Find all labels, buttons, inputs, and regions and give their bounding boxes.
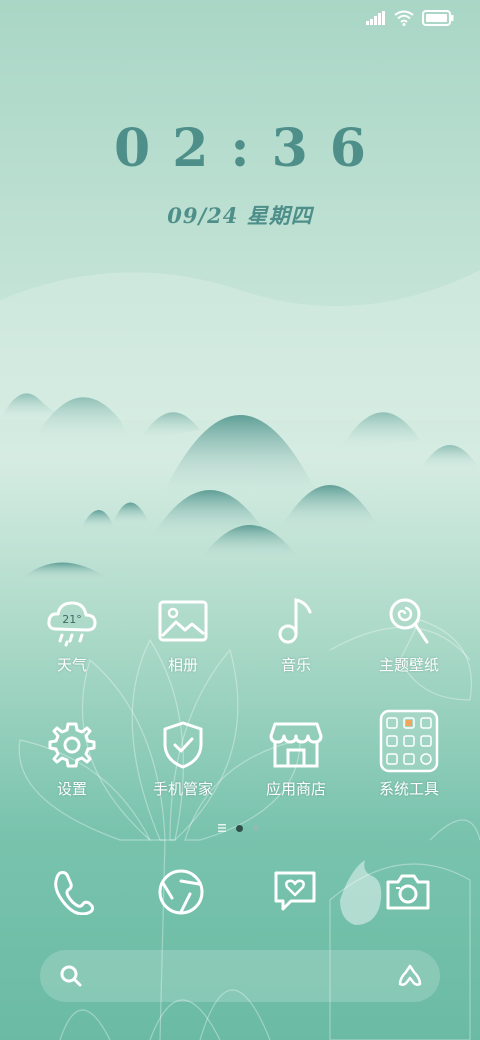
svg-text:21°: 21°	[62, 613, 82, 626]
list-page-icon	[218, 824, 226, 832]
phone-icon	[54, 871, 94, 915]
app-security[interactable]: 手机管家	[128, 716, 238, 799]
app-label: 设置	[56, 780, 87, 798]
battery-icon	[422, 10, 454, 26]
weather-icon: 21°	[47, 601, 97, 647]
shield-icon	[163, 721, 203, 769]
app-system-tools[interactable]: 系统工具	[354, 708, 464, 799]
app-label: 手机管家	[152, 780, 213, 798]
clock-time[interactable]: 02:36	[0, 118, 480, 179]
signal-icon	[366, 11, 385, 25]
app-label: 应用商店	[265, 780, 326, 798]
dock-browser[interactable]	[146, 862, 216, 922]
app-label: 相册	[167, 656, 198, 674]
app-label: 天气	[56, 656, 87, 674]
dock-camera[interactable]	[373, 862, 443, 922]
page-dot	[253, 825, 259, 831]
lollipop-icon	[389, 598, 429, 644]
messages-icon	[274, 871, 316, 911]
assistant-icon[interactable]	[396, 962, 424, 990]
clock-date: 09/24 星期四	[167, 203, 313, 228]
app-themes[interactable]: 主题壁纸	[354, 592, 464, 675]
store-icon	[269, 722, 323, 768]
gear-icon	[48, 722, 96, 768]
app-settings[interactable]: 设置	[17, 716, 127, 799]
page-dot-active	[236, 824, 243, 832]
app-music[interactable]: 音乐	[241, 592, 351, 675]
gallery-icon	[158, 600, 208, 642]
folder-icon	[379, 709, 439, 773]
app-store[interactable]: 应用商店	[241, 716, 351, 799]
camera-icon	[386, 874, 430, 910]
browser-icon	[158, 869, 204, 915]
app-gallery[interactable]: 相册	[128, 592, 238, 675]
dock-phone[interactable]	[38, 862, 108, 922]
wifi-icon	[394, 10, 414, 26]
app-label: 音乐	[280, 656, 311, 674]
page-indicator[interactable]	[218, 824, 259, 832]
music-icon	[278, 598, 312, 644]
dock-messages[interactable]	[260, 862, 330, 922]
status-bar	[366, 10, 454, 26]
search-bar[interactable]	[40, 950, 440, 1002]
app-label: 主题壁纸	[378, 656, 439, 674]
app-label: 系统工具	[378, 780, 439, 798]
app-weather[interactable]: 21° 天气	[17, 592, 127, 675]
search-icon	[60, 965, 82, 987]
